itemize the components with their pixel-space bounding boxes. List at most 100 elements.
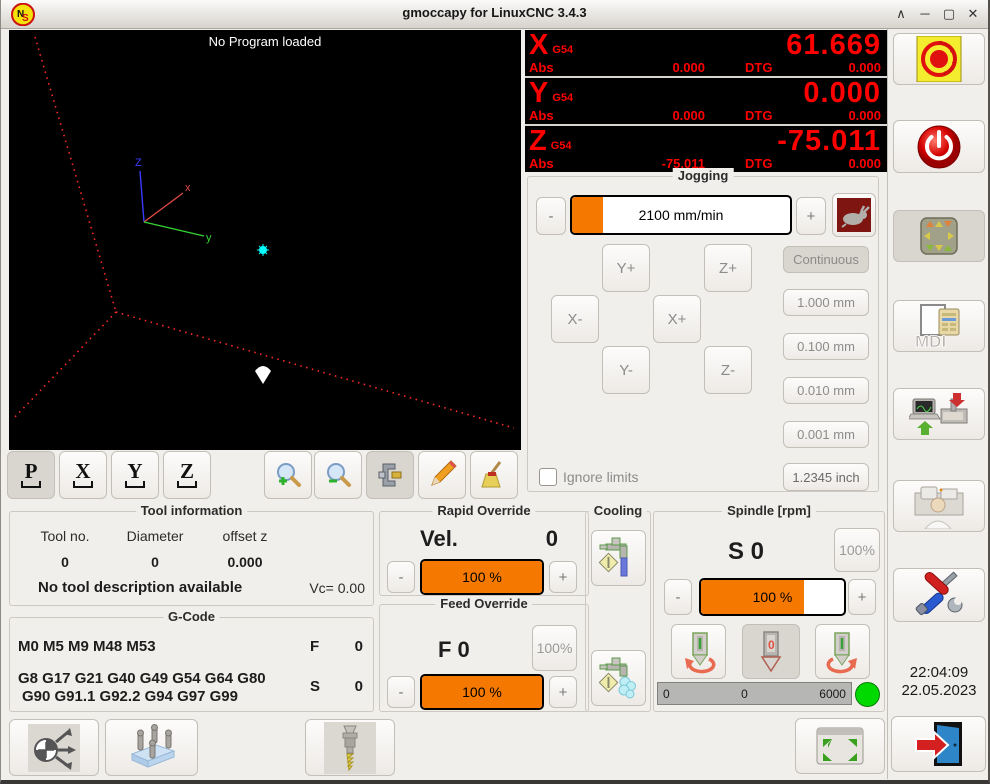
s-value: 0 (355, 678, 363, 695)
coord-system: G54 (552, 92, 573, 104)
estop-button[interactable]: Emergency-Stop (893, 33, 985, 85)
minimize-button[interactable]: ─ (918, 6, 932, 22)
jogging-frame: Jogging - 2100 mm/min + Y+ Z+ X- X+ Y- Z… (527, 176, 879, 492)
zoom-in-icon (273, 460, 303, 490)
fullscreen-button[interactable] (795, 718, 885, 774)
auto-mode-button[interactable] (893, 388, 985, 440)
rapid-override-slider[interactable]: 100 % (420, 559, 544, 595)
tool-description: No tool description available (38, 579, 242, 596)
spindle-speed-label: S 0 (728, 538, 764, 566)
flood-coolant-button[interactable] (591, 530, 646, 586)
zoom-in-button[interactable] (264, 451, 312, 499)
col-offset-z: offset z (200, 528, 290, 544)
vc-value: Vc= 0.00 (309, 580, 365, 596)
touch-off-icon (30, 726, 78, 770)
mdi-mode-icon: MDI (911, 303, 967, 349)
increment-1mm-button[interactable]: 1.000 mm (783, 289, 869, 316)
show-dimensions-button[interactable] (366, 451, 414, 499)
jog-x-minus-button[interactable]: X- (551, 295, 599, 343)
titlebar: N S gmoccapy for LinuxCNC 3.4.3 ∧ ─ ▢ ✕ (1, 0, 988, 29)
feed-minus-button[interactable]: - (387, 676, 415, 708)
spindle-ccw-button[interactable] (671, 624, 726, 679)
view-x-button[interactable]: X (59, 451, 107, 499)
dro-axis-z[interactable]: Z G54 -75.011 Abs -75.011 DTG 0.000 (525, 126, 887, 172)
jog-y-minus-button[interactable]: Y- (602, 346, 650, 394)
zoom-out-icon (323, 460, 353, 490)
ignore-limits-checkbox[interactable] (539, 468, 557, 486)
spindle-plus-button[interactable]: + (848, 579, 876, 615)
gremlin-preview[interactable]: Z x y No Program loaded (9, 30, 521, 450)
dimension-mark (73, 481, 93, 488)
abs-value: 0.000 (569, 108, 705, 123)
view-y-button[interactable]: Y (111, 451, 159, 499)
window-title: gmoccapy for LinuxCNC 3.4.3 (1, 5, 988, 20)
tool-information-title: Tool information (136, 503, 248, 518)
user-settings-button[interactable] (893, 480, 985, 532)
close-button[interactable]: ✕ (966, 6, 980, 22)
increment-0001mm-button[interactable]: 0.001 mm (783, 421, 869, 448)
dro-panel[interactable]: X G54 61.669 Abs 0.000 DTG 0.000 Y G54 0… (525, 30, 887, 172)
dro-axis-y[interactable]: Y G54 0.000 Abs 0.000 DTG 0.000 (525, 78, 887, 124)
axis-value: 61.669 (573, 30, 881, 60)
mist-coolant-icon (598, 656, 640, 700)
dimension-mark (177, 481, 197, 488)
tool-cone (255, 366, 271, 384)
user-settings-icon (911, 483, 967, 529)
spindle-ccw-icon (676, 629, 722, 675)
feed-plus-button[interactable]: + (549, 676, 577, 708)
jog-speed-plus-button[interactable]: + (796, 197, 826, 235)
touch-plate-button[interactable] (105, 719, 198, 776)
maximize-button[interactable]: ▢ (942, 6, 956, 22)
unit-toggle-button[interactable]: 1.2345 inch (783, 463, 869, 491)
view-x-letter: X (75, 462, 90, 480)
touch-off-button[interactable] (9, 719, 99, 776)
clear-plot-button[interactable] (470, 451, 518, 499)
tool-measure-button[interactable] (305, 719, 395, 776)
x-axis-label: x (185, 182, 191, 194)
spindle-override-slider[interactable]: 100 % (699, 578, 846, 616)
zoom-out-button[interactable] (314, 451, 362, 499)
vel-value: 0 (546, 526, 558, 552)
rapid-override-frame: Rapid Override Vel. 0 - 100 % + (379, 511, 589, 596)
increment-continuous-button[interactable]: Continuous (783, 246, 869, 273)
dimension-mark (125, 481, 145, 488)
dtg-value: 0.000 (789, 156, 881, 171)
cooling-title: Cooling (589, 503, 647, 518)
ignore-limits-label: Ignore limits (563, 469, 638, 485)
manual-mode-button[interactable] (893, 210, 985, 262)
view-z-button[interactable]: Z (163, 451, 211, 499)
feed-reset-button[interactable]: 100% (532, 625, 577, 671)
jog-fast-button[interactable] (832, 193, 876, 237)
mist-coolant-button[interactable] (591, 650, 646, 706)
spindle-minus-button[interactable]: - (664, 579, 692, 615)
dimension-mark (21, 481, 41, 488)
jog-y-plus-button[interactable]: Y+ (602, 244, 650, 292)
spindle-cw-button[interactable] (815, 624, 870, 679)
jog-z-minus-button[interactable]: Z- (704, 346, 752, 394)
jog-x-plus-button[interactable]: X+ (653, 295, 701, 343)
rapid-percent: 100 % (462, 569, 502, 585)
edit-gcode-button[interactable] (418, 451, 466, 499)
emergency-stop-icon: Emergency-Stop (915, 36, 963, 82)
jog-speed-slider[interactable]: 2100 mm/min (570, 195, 792, 235)
feed-override-slider[interactable]: 100 % (420, 674, 544, 710)
mdi-mode-button[interactable]: MDI (893, 300, 985, 352)
dro-axis-x[interactable]: X G54 61.669 Abs 0.000 DTG 0.000 (525, 30, 887, 76)
increment-001mm-button[interactable]: 0.010 mm (783, 377, 869, 404)
dtg-label: DTG (745, 108, 789, 123)
spindle-reset-button[interactable]: 100% (834, 528, 880, 572)
tools-settings-button[interactable] (893, 568, 985, 622)
machine-on-button[interactable] (893, 120, 985, 173)
spindle-stop-button[interactable]: 0 (742, 624, 800, 679)
view-perspective-button[interactable]: P (7, 451, 55, 499)
exit-button[interactable] (891, 716, 986, 772)
axis-letter: Y (529, 78, 548, 108)
rapid-plus-button[interactable]: + (549, 561, 577, 593)
dtg-value: 0.000 (789, 108, 881, 123)
increment-01mm-button[interactable]: 0.100 mm (783, 333, 869, 360)
dtg-label: DTG (745, 156, 789, 171)
jog-speed-minus-button[interactable]: - (536, 197, 566, 235)
rapid-minus-button[interactable]: - (387, 561, 415, 593)
jog-z-plus-button[interactable]: Z+ (704, 244, 752, 292)
shade-button[interactable]: ∧ (894, 6, 908, 22)
